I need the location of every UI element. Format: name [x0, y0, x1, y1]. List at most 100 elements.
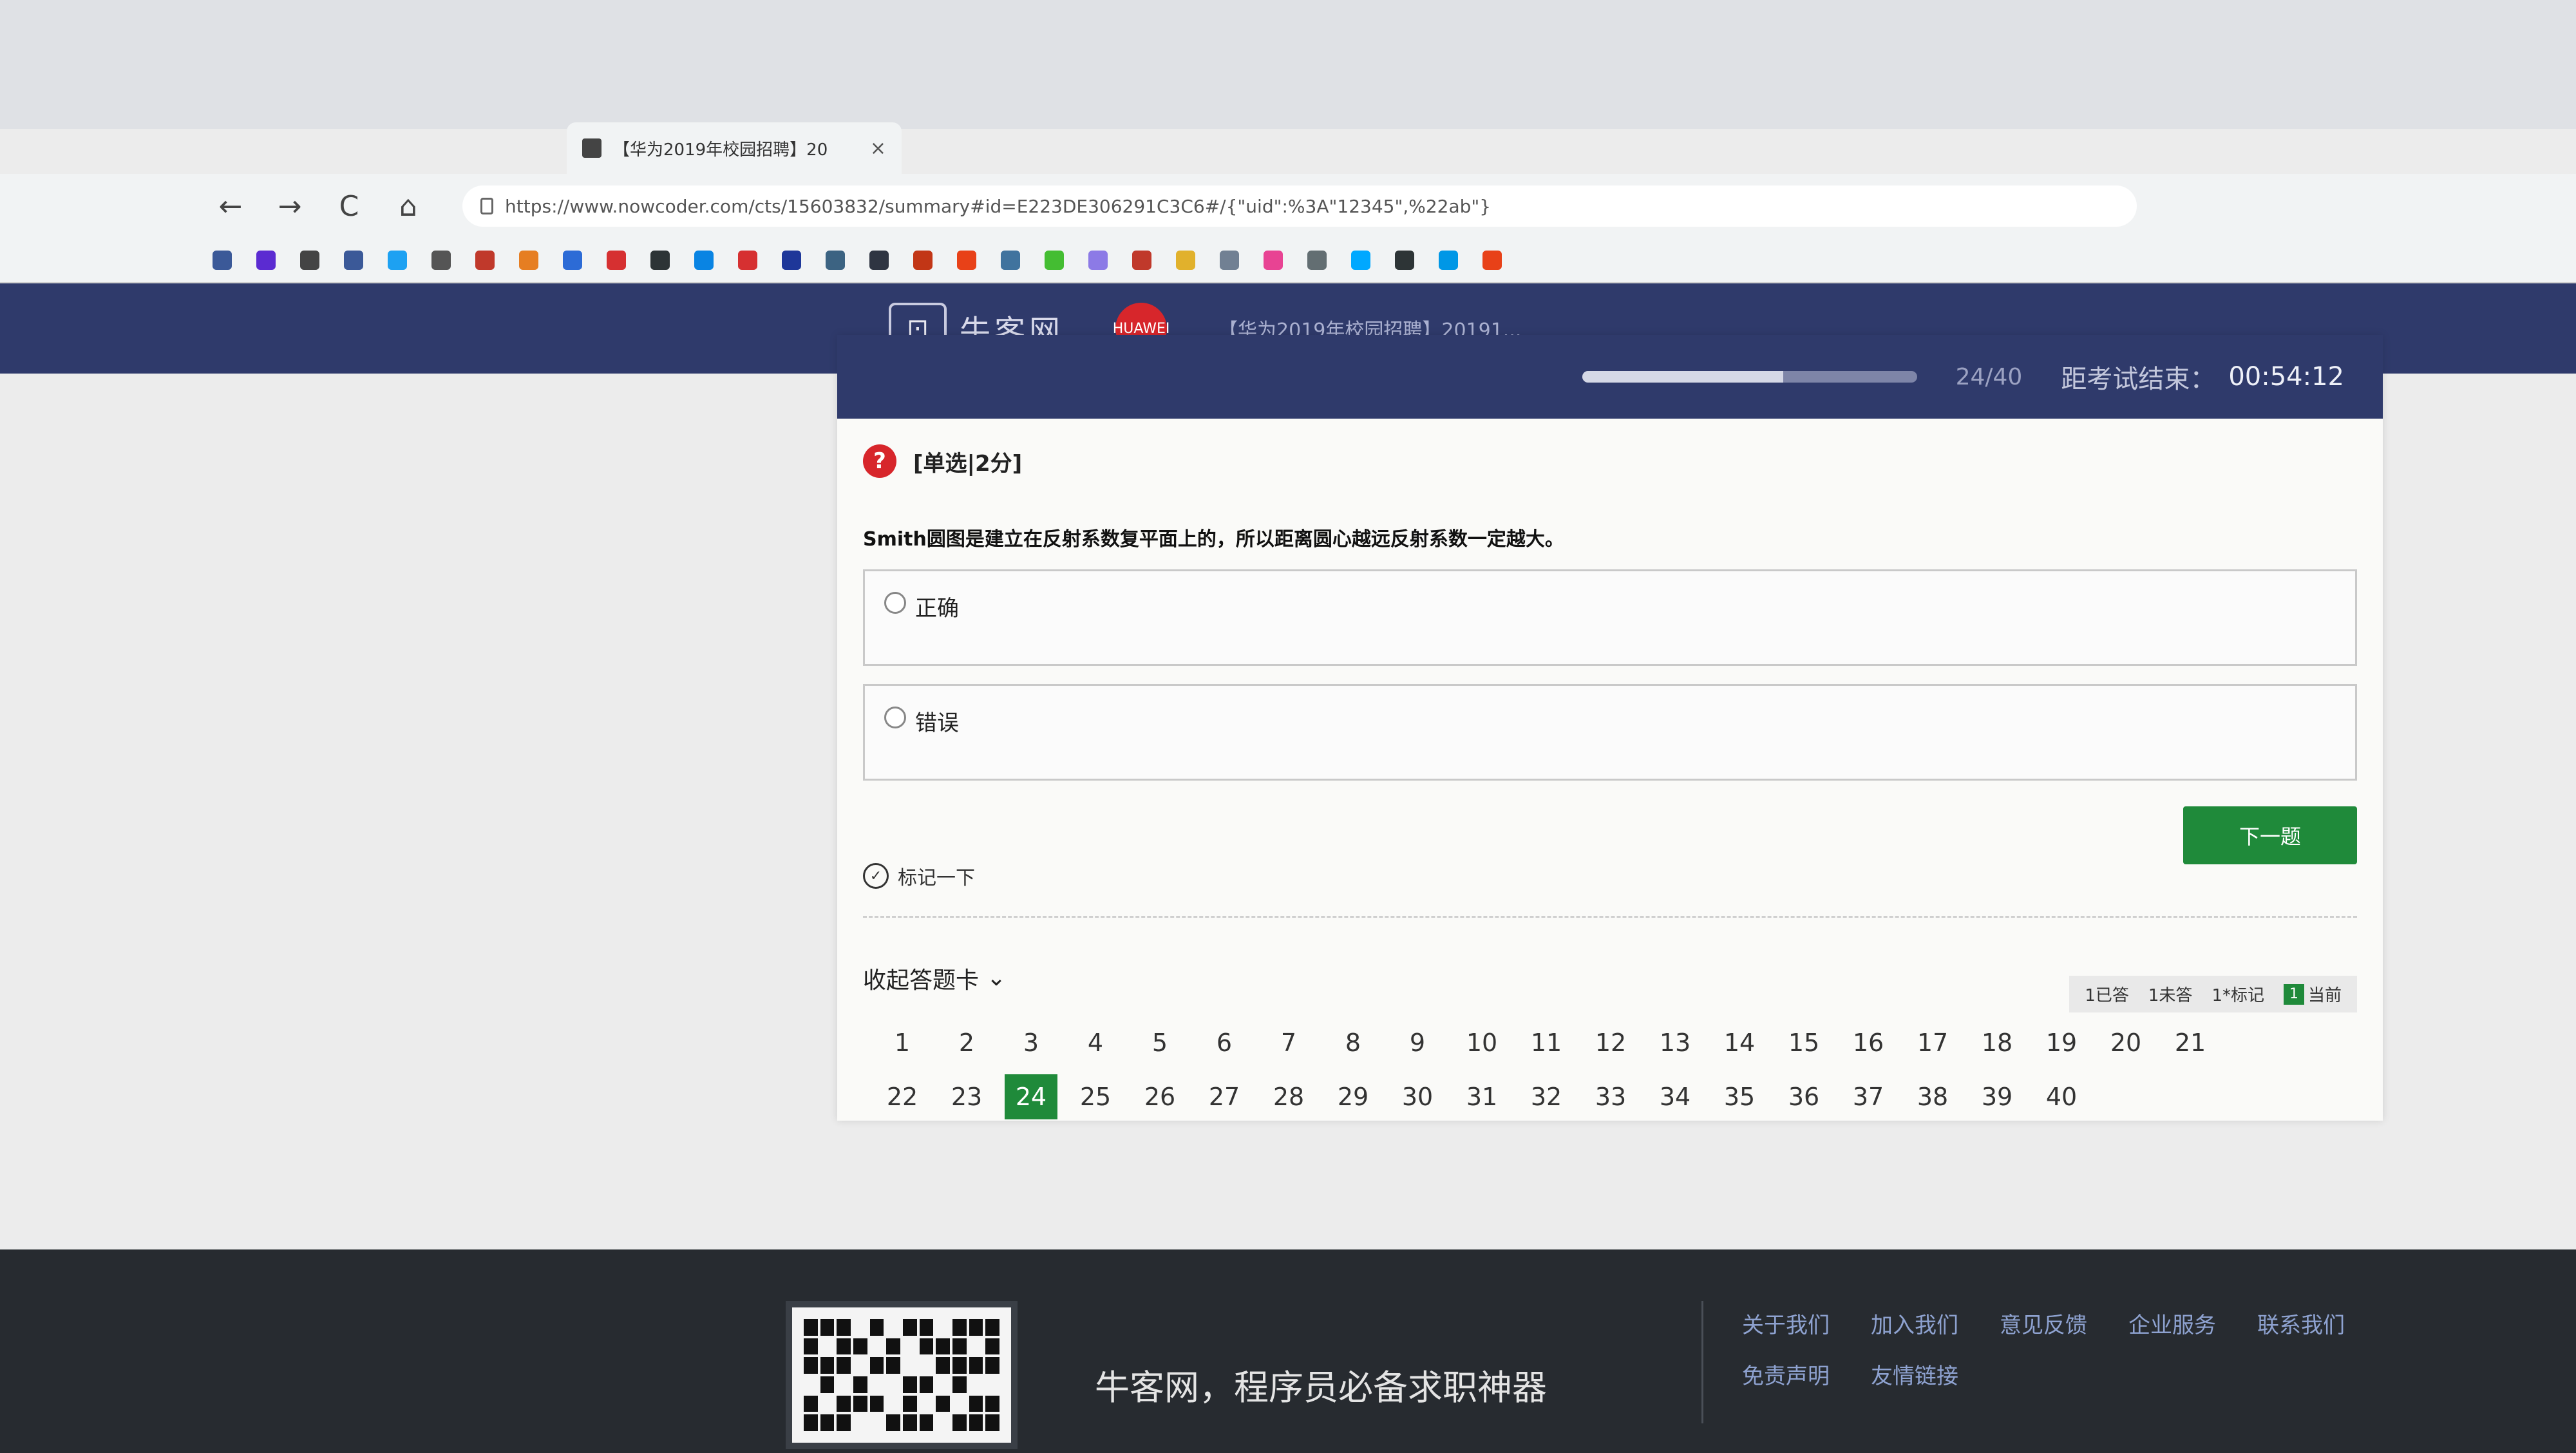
question-number[interactable]: 19: [2035, 1020, 2088, 1065]
bookmark-icon[interactable]: [431, 251, 451, 270]
question-number[interactable]: 29: [1327, 1074, 1379, 1119]
question-number[interactable]: 39: [1971, 1074, 2023, 1119]
bookmark-icon[interactable]: [1220, 251, 1239, 270]
footer-link[interactable]: 企业服务: [2128, 1307, 2216, 1339]
footer-link[interactable]: 联系我们: [2257, 1307, 2345, 1339]
question-number[interactable]: 30: [1391, 1074, 1444, 1119]
bookmark-icon[interactable]: [1132, 251, 1151, 270]
bookmark-icon[interactable]: [782, 251, 801, 270]
legend-unanswered: 1未答: [2148, 986, 2193, 1005]
radio-button[interactable]: [884, 707, 906, 728]
question-number[interactable]: 6: [1198, 1020, 1251, 1065]
mark-question[interactable]: ✓ 标记一下: [837, 862, 2383, 890]
question-number[interactable]: 22: [876, 1074, 929, 1119]
question-number[interactable]: 7: [1262, 1020, 1315, 1065]
bookmark-icon[interactable]: [475, 251, 495, 270]
question-number[interactable]: 3: [1005, 1020, 1057, 1065]
browser-tab-bar: [0, 0, 2576, 129]
bookmark-icon[interactable]: [256, 251, 276, 270]
mark-icon: ✓: [863, 863, 889, 889]
bookmark-icon[interactable]: [563, 251, 582, 270]
footer-link[interactable]: 关于我们: [1742, 1307, 1830, 1339]
bookmark-icon[interactable]: [869, 251, 889, 270]
bookmark-icon[interactable]: [1395, 251, 1414, 270]
tab-close-icon[interactable]: ×: [870, 137, 886, 160]
timer-value: 00:54:12: [2228, 362, 2344, 392]
question-number[interactable]: 15: [1777, 1020, 1830, 1065]
question-number[interactable]: 21: [2164, 1020, 2217, 1065]
bookmark-icon[interactable]: [607, 251, 626, 270]
footer-link[interactable]: 免责声明: [1742, 1358, 1830, 1390]
bookmark-icon[interactable]: [650, 251, 670, 270]
question-number[interactable]: 27: [1198, 1074, 1251, 1119]
bookmark-icon[interactable]: [957, 251, 976, 270]
option-true[interactable]: 正确: [863, 569, 2357, 666]
question-number[interactable]: 4: [1069, 1020, 1122, 1065]
question-number[interactable]: 18: [1971, 1020, 2023, 1065]
reload-icon[interactable]: C: [331, 190, 367, 223]
bookmark-icon[interactable]: [213, 251, 232, 270]
question-number[interactable]: 31: [1455, 1074, 1508, 1119]
question-number[interactable]: 28: [1262, 1074, 1315, 1119]
question-number[interactable]: 26: [1133, 1074, 1186, 1119]
question-number[interactable]: 14: [1713, 1020, 1766, 1065]
bookmark-icon[interactable]: [1088, 251, 1108, 270]
question-number[interactable]: 11: [1520, 1020, 1573, 1065]
footer-link[interactable]: 友情链接: [1871, 1358, 1958, 1390]
question-number[interactable]: 9: [1391, 1020, 1444, 1065]
bookmark-icon[interactable]: [1001, 251, 1020, 270]
bookmark-icon[interactable]: [1176, 251, 1195, 270]
question-number[interactable]: 12: [1584, 1020, 1637, 1065]
question-number[interactable]: 35: [1713, 1074, 1766, 1119]
bookmark-icon[interactable]: [738, 251, 757, 270]
footer-link[interactable]: 加入我们: [1871, 1307, 1958, 1339]
question-number[interactable]: 5: [1133, 1020, 1186, 1065]
question-number[interactable]: 10: [1455, 1020, 1508, 1065]
question-number[interactable]: 32: [1520, 1074, 1573, 1119]
bookmark-icon[interactable]: [694, 251, 714, 270]
question-number-grid: 1 2 3 4 5 6 7 8 9 10 11 12 13 14 15 16 17 18 19 20 21 22 23 24 2…: [837, 1012, 2383, 1119]
question-mark-icon: ?: [863, 444, 896, 478]
question-number[interactable]: 37: [1842, 1074, 1895, 1119]
progress-fill: [1582, 371, 1783, 383]
bookmark-icon[interactable]: [1351, 251, 1370, 270]
url-text: https://www.nowcoder.com/cts/15603832/su…: [505, 195, 1492, 217]
bookmark-icon[interactable]: [519, 251, 538, 270]
option-false[interactable]: 错误: [863, 684, 2357, 781]
question-number[interactable]: 1: [876, 1020, 929, 1065]
question-number[interactable]: 34: [1649, 1074, 1701, 1119]
bookmark-icon[interactable]: [344, 251, 363, 270]
next-question-button[interactable]: 下一题: [2183, 806, 2357, 864]
collapse-answer-card-button[interactable]: 收起答题卡 ⌄: [863, 962, 1006, 995]
home-icon[interactable]: ⌂: [390, 190, 426, 223]
bookmark-icon[interactable]: [300, 251, 319, 270]
bookmark-icon[interactable]: [1045, 251, 1064, 270]
question-number[interactable]: 24: [1005, 1074, 1057, 1119]
back-icon[interactable]: ←: [213, 190, 249, 223]
bookmark-icon[interactable]: [1264, 251, 1283, 270]
question-number[interactable]: 36: [1777, 1074, 1830, 1119]
bookmark-icon[interactable]: [826, 251, 845, 270]
bookmark-icon[interactable]: [1439, 251, 1458, 270]
question-number[interactable]: 17: [1906, 1020, 1959, 1065]
radio-button[interactable]: [884, 592, 906, 614]
bookmark-icon[interactable]: [1482, 251, 1502, 270]
browser-tab[interactable]: 【华为2019年校园招聘】20 ×: [567, 122, 902, 174]
question-number[interactable]: 25: [1069, 1074, 1122, 1119]
question-number[interactable]: 2: [940, 1020, 993, 1065]
question-number[interactable]: 20: [2099, 1020, 2152, 1065]
question-number[interactable]: 38: [1906, 1074, 1959, 1119]
bookmark-icon[interactable]: [1307, 251, 1327, 270]
chevron-down-icon: ⌄: [987, 965, 1007, 991]
question-number[interactable]: 23: [940, 1074, 993, 1119]
question-number[interactable]: 33: [1584, 1074, 1637, 1119]
question-number[interactable]: 8: [1327, 1020, 1379, 1065]
address-bar[interactable]: https://www.nowcoder.com/cts/15603832/su…: [462, 185, 2137, 227]
question-number[interactable]: 13: [1649, 1020, 1701, 1065]
bookmark-icon[interactable]: [388, 251, 407, 270]
question-number[interactable]: 40: [2035, 1074, 2088, 1119]
forward-icon[interactable]: →: [272, 190, 308, 223]
footer-link[interactable]: 意见反馈: [2000, 1307, 2087, 1339]
question-number[interactable]: 16: [1842, 1020, 1895, 1065]
bookmark-icon[interactable]: [913, 251, 933, 270]
